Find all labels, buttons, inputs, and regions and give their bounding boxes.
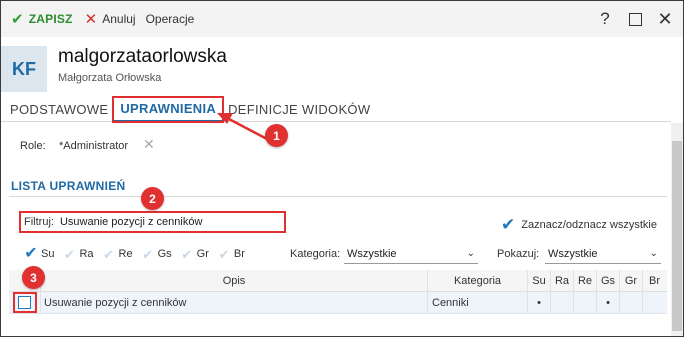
row-description: Usuwanie pozycji z cenników <box>41 292 428 313</box>
toolbar: ✔ ZAPISZ ✕ Anuluj Operacje <box>1 1 683 37</box>
show-select[interactable]: Wszystkie ⌄ <box>545 244 661 264</box>
type-filter-gr[interactable]: ✔ Gr <box>179 246 209 262</box>
row-category: Cenniki <box>428 292 528 313</box>
type-filter-br[interactable]: ✔ Br <box>216 246 245 262</box>
cancel-label: Anuluj <box>102 12 136 26</box>
chevron-down-icon: ⌄ <box>466 248 475 259</box>
section-title: LISTA UPRAWNIEŃ <box>11 179 126 193</box>
annotation-badge-3: 3 <box>22 266 45 289</box>
row-checkbox[interactable] <box>12 292 37 313</box>
select-all-toggle[interactable]: ✔ Zaznacz/odznacz wszystkie <box>501 216 657 233</box>
user-edit-window: ✔ ZAPISZ ✕ Anuluj Operacje ? ✕ KF malgor… <box>0 0 684 337</box>
help-icon[interactable]: ? <box>590 1 620 37</box>
remove-role-icon[interactable]: ✕ <box>143 136 155 153</box>
save-button[interactable]: ✔ ZAPISZ <box>7 1 77 37</box>
checkbox-unchecked-icon: ✔ <box>101 246 116 262</box>
header-su[interactable]: Su <box>528 270 551 291</box>
tab-view-definitions[interactable]: DEFINICJE WIDOKÓW <box>222 97 376 122</box>
save-label: ZAPISZ <box>28 12 73 26</box>
type-label: Ra <box>79 248 94 260</box>
chevron-down-icon: ⌄ <box>649 248 658 259</box>
user-full-name: Małgorzata Orłowska <box>58 72 162 84</box>
operations-menu-button[interactable]: Operacje <box>142 1 199 37</box>
tab-bar: PODSTAWOWE UPRAWNIENIA DEFINICJE WIDOKÓW <box>1 97 671 122</box>
type-label: Su <box>41 248 55 260</box>
page-title: malgorzataorlowska <box>58 46 227 67</box>
header-re[interactable]: Re <box>574 270 597 291</box>
checkbox-checked-icon: ✔ <box>24 245 38 262</box>
checkmark-icon: ✔ <box>501 215 516 234</box>
row-select-cell <box>9 292 41 313</box>
roles-value: *Administrator <box>59 140 129 152</box>
vertical-scrollbar[interactable] <box>671 123 683 336</box>
filter-field: Filtruj: <box>19 211 286 233</box>
show-label: Pokazuj: <box>497 248 540 260</box>
table-row[interactable]: Usuwanie pozycji z cenników Cenniki • • <box>9 292 667 314</box>
header-br[interactable]: Br <box>643 270 666 291</box>
maximize-icon[interactable] <box>620 1 650 37</box>
filter-input[interactable] <box>59 213 265 231</box>
category-select[interactable]: Wszystkie ⌄ <box>344 244 478 264</box>
header-category[interactable]: Kategoria <box>428 270 528 291</box>
type-label: Gs <box>157 248 172 260</box>
checkmark-icon: ✔ <box>11 11 24 28</box>
operations-label: Operacje <box>145 12 195 26</box>
close-window-icon[interactable]: ✕ <box>650 1 680 37</box>
permissions-panel: Role: *Administrator ✕ LISTA UPRAWNIEŃ F… <box>1 123 671 336</box>
row-su: • <box>528 292 551 313</box>
scrollbar-thumb[interactable] <box>672 141 682 331</box>
filter-label: Filtruj: <box>24 216 54 228</box>
row-re <box>574 292 597 313</box>
checkbox-unchecked-icon <box>18 296 31 309</box>
category-label: Kategoria: <box>290 248 341 260</box>
type-filter-re[interactable]: ✔ Re <box>101 246 133 262</box>
type-filter-ra[interactable]: ✔ Ra <box>62 246 94 262</box>
row-ra <box>551 292 574 313</box>
checkbox-unchecked-icon: ✔ <box>62 246 77 262</box>
permissions-table: Opis Kategoria Su Ra Re Gs Gr Br Usuwani… <box>9 270 667 314</box>
row-gr <box>620 292 643 313</box>
cancel-button[interactable]: ✕ Anuluj <box>81 1 140 37</box>
row-br <box>643 292 666 313</box>
checkbox-unchecked-icon: ✔ <box>179 246 194 262</box>
header-gr[interactable]: Gr <box>620 270 643 291</box>
category-value: Wszystkie <box>347 247 397 260</box>
checkbox-unchecked-icon: ✔ <box>216 246 231 262</box>
type-filter-gs[interactable]: ✔ Gs <box>140 246 172 262</box>
type-filter-row: ✔ Su ✔ Ra ✔ Re ✔ Gs ✔ Gr ✔ Br <box>24 244 253 264</box>
type-label: Gr <box>196 248 209 260</box>
show-value: Wszystkie <box>548 247 598 260</box>
tab-basic[interactable]: PODSTAWOWE <box>4 97 114 122</box>
tab-permissions[interactable]: UPRAWNIENIA <box>114 97 223 122</box>
section-divider <box>9 196 667 197</box>
close-x-icon: ✕ <box>84 11 98 28</box>
header-gs[interactable]: Gs <box>597 270 620 291</box>
select-all-label: Zaznacz/odznacz wszystkie <box>521 218 657 231</box>
type-label: Re <box>118 248 133 260</box>
checkbox-unchecked-icon: ✔ <box>140 246 155 262</box>
annotation-badge-1: 1 <box>265 124 288 147</box>
avatar: KF <box>1 46 47 92</box>
header-ra[interactable]: Ra <box>551 270 574 291</box>
annotation-badge-2: 2 <box>141 187 164 210</box>
row-gs: • <box>597 292 620 313</box>
table-header: Opis Kategoria Su Ra Re Gs Gr Br <box>9 270 667 292</box>
type-filter-su[interactable]: ✔ Su <box>24 245 55 262</box>
type-label: Br <box>233 248 245 260</box>
user-header: KF malgorzataorlowska Małgorzata Orłowsk… <box>1 37 683 94</box>
roles-label: Role: <box>20 140 46 152</box>
header-description[interactable]: Opis <box>41 270 428 291</box>
